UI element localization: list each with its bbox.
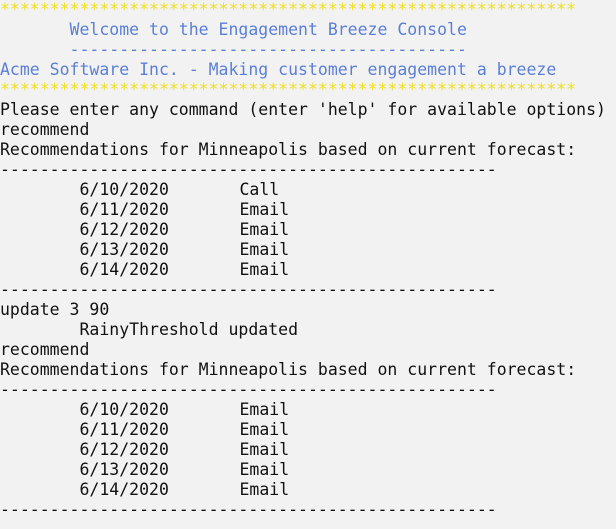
entered-command: recommend — [0, 340, 90, 359]
recommendation-row: 6/14/2020 Email — [0, 480, 616, 500]
row-action: Email — [239, 260, 290, 279]
update-message: RainyThreshold updated — [0, 320, 299, 339]
row-action: Email — [239, 240, 290, 259]
row-date: 6/11/2020 — [79, 420, 169, 439]
command-prompt: Please enter any command (enter 'help' f… — [0, 100, 606, 119]
row-action: Email — [239, 200, 290, 219]
row-date: 6/12/2020 — [79, 440, 169, 459]
divider: ----------------------------------------… — [0, 380, 497, 399]
recommendations-heading: Recommendations for Minneapolis based on… — [0, 360, 577, 379]
row-action: Email — [239, 460, 290, 479]
row-action: Email — [239, 220, 290, 239]
row-date: 6/11/2020 — [79, 200, 169, 219]
divider: ----------------------------------------… — [0, 160, 497, 179]
row-action: Email — [239, 400, 290, 419]
recommendation-row: 6/13/2020 Email — [0, 240, 616, 260]
banner-top: ****************************************… — [0, 0, 577, 19]
recommendation-row: 6/13/2020 Email — [0, 460, 616, 480]
row-date: 6/13/2020 — [79, 460, 169, 479]
row-action: Email — [239, 440, 290, 459]
recommendation-row: 6/12/2020 Email — [0, 440, 616, 460]
console-title: Welcome to the Engagement Breeze Console — [0, 20, 467, 39]
recommendation-row: 6/10/2020 Email — [0, 400, 616, 420]
row-date: 6/10/2020 — [79, 400, 169, 419]
title-underline: ---------------------------------------- — [0, 40, 467, 59]
recommendations-heading: Recommendations for Minneapolis based on… — [0, 140, 577, 159]
recommendation-row: 6/11/2020 Email — [0, 200, 616, 220]
row-date: 6/13/2020 — [79, 240, 169, 259]
row-action: Email — [239, 420, 290, 439]
row-date: 6/14/2020 — [79, 480, 169, 499]
recommendation-row: 6/12/2020 Email — [0, 220, 616, 240]
recommendation-row: 6/10/2020 Call — [0, 180, 616, 200]
recommendation-row: 6/14/2020 Email — [0, 260, 616, 280]
row-action: Email — [239, 480, 290, 499]
divider: ----------------------------------------… — [0, 280, 497, 299]
company-tagline: Acme Software Inc. - Making customer eng… — [0, 60, 557, 79]
row-date: 6/10/2020 — [79, 180, 169, 199]
row-date: 6/14/2020 — [79, 260, 169, 279]
console-window[interactable]: ****************************************… — [0, 0, 616, 529]
banner-bottom: ****************************************… — [0, 80, 577, 99]
entered-command: recommend — [0, 120, 90, 139]
row-date: 6/12/2020 — [79, 220, 169, 239]
entered-command: update 3 90 — [0, 300, 110, 319]
recommendation-row: 6/11/2020 Email — [0, 420, 616, 440]
row-action: Call — [239, 180, 280, 199]
divider: ----------------------------------------… — [0, 500, 497, 519]
